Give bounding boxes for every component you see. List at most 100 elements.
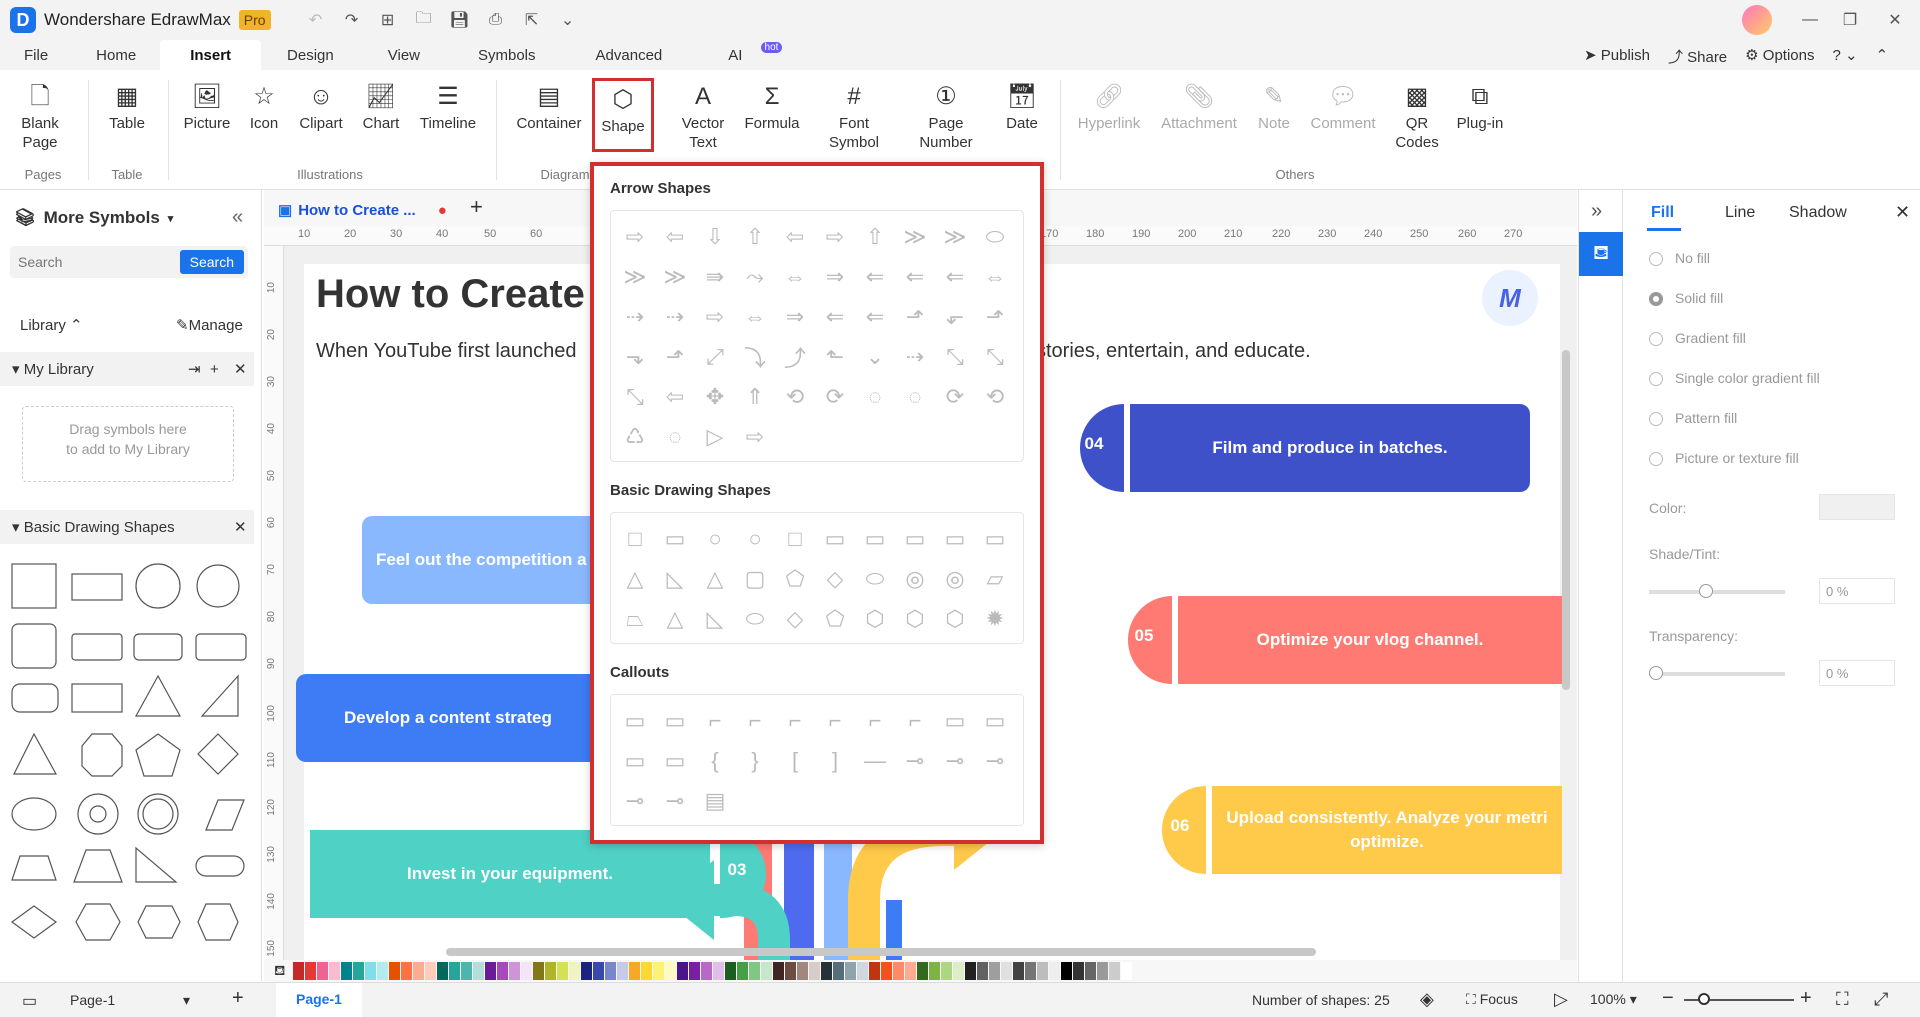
color-swatch[interactable] <box>425 962 437 980</box>
shape-option-icon[interactable]: ▤ <box>695 781 735 821</box>
table-button[interactable]: ▦ Table <box>104 80 150 133</box>
shape-option-icon[interactable]: ⬭ <box>975 217 1015 257</box>
shape-option-icon[interactable]: ⌐ <box>895 701 935 741</box>
shape-option-icon[interactable]: ⬏ <box>895 297 935 337</box>
fill-bucket-icon[interactable]: ⛾ <box>274 962 285 981</box>
shape-option-icon[interactable]: ▭ <box>855 519 895 559</box>
shape-option-icon[interactable]: ♺ <box>615 417 655 457</box>
menu-design[interactable]: Design <box>261 40 360 70</box>
help-icon[interactable]: ? ⌄ <box>1832 46 1857 67</box>
fill-option-single-gradient[interactable]: Single color gradient fill <box>1649 370 1820 410</box>
shape-option-icon[interactable]: △ <box>655 599 695 639</box>
shape-option-icon[interactable]: ≫ <box>895 217 935 257</box>
shape-option-icon[interactable]: ⇦ <box>655 377 695 417</box>
shape-option-icon[interactable]: ⇦ <box>775 217 815 257</box>
callouts-grid[interactable]: ▭ ▭ ⌐ ⌐ ⌐ ⌐ ⌐ ⌐ ▭ ▭ ▭ ▭{}[] — ⊸ ⊸ ⊸ ⊸ ⊸ ▤ <box>610 694 1024 826</box>
color-swatch[interactable] <box>665 962 677 980</box>
color-swatch[interactable] <box>305 962 317 980</box>
plugin-button[interactable]: ⧉ Plug-in <box>1454 80 1506 133</box>
shape-option-icon[interactable]: ⇧ <box>855 217 895 257</box>
container-button[interactable]: ▤ Container <box>514 80 584 133</box>
zoom-in-icon[interactable]: + <box>1800 987 1812 1010</box>
menu-home[interactable]: Home <box>72 40 160 70</box>
timeline-button[interactable]: ☰ Timeline <box>416 80 480 133</box>
color-swatch[interactable] <box>1061 962 1073 980</box>
color-swatch[interactable] <box>1049 962 1061 980</box>
color-swatch[interactable] <box>713 962 725 980</box>
color-swatch[interactable] <box>581 962 593 980</box>
page-tab[interactable]: Page-1 <box>276 983 362 1017</box>
step-06-box[interactable]: Upload consistently. Analyze your metri … <box>1212 786 1562 874</box>
color-swatch[interactable] <box>1085 962 1097 980</box>
shape-option-icon[interactable]: ⟳ <box>935 377 975 417</box>
shape-option-icon[interactable]: ▭ <box>895 519 935 559</box>
menu-ai[interactable]: AI hot <box>692 40 788 70</box>
zoom-slider-handle[interactable] <box>1698 993 1710 1005</box>
color-swatch[interactable] <box>977 962 989 980</box>
shape-option-icon[interactable]: ▭ <box>975 701 1015 741</box>
shape-option-icon[interactable]: ▭ <box>655 519 695 559</box>
shape-option-icon[interactable]: ▭ <box>655 741 695 781</box>
shape-option-icon[interactable]: ▭ <box>615 741 655 781</box>
color-swatch[interactable] <box>881 962 893 980</box>
close-panel-icon[interactable]: ✕ <box>1895 202 1910 223</box>
shape-option-icon[interactable]: ▭ <box>815 519 855 559</box>
shape-option-icon[interactable]: ⬠ <box>815 599 855 639</box>
shape-option-icon[interactable]: ▭ <box>655 701 695 741</box>
shape-option-icon[interactable]: ◺ <box>695 599 735 639</box>
more-chevron-icon[interactable]: ⌄ <box>553 8 583 32</box>
transparency-slider-handle[interactable] <box>1649 666 1663 680</box>
shape-option-icon[interactable]: ⇔ <box>735 297 775 337</box>
shape-option-icon[interactable]: ◇ <box>815 559 855 599</box>
print-icon[interactable]: ⎙ <box>481 8 511 32</box>
options-button[interactable]: ⚙ Options <box>1745 46 1814 67</box>
shape-option-icon[interactable]: ⊸ <box>615 781 655 821</box>
shape-option-icon[interactable]: ⟳ <box>815 377 855 417</box>
shape-option-icon[interactable]: ⬏ <box>655 337 695 377</box>
fullscreen-icon[interactable]: ⤢ <box>1874 989 1888 1010</box>
color-swatch[interactable] <box>557 962 569 980</box>
icon-button[interactable]: ☆ Icon <box>246 80 282 133</box>
color-swatch[interactable] <box>725 962 737 980</box>
color-swatch[interactable] <box>965 962 977 980</box>
shape-option-icon[interactable]: △ <box>695 559 735 599</box>
search-button[interactable]: Search <box>179 250 244 274</box>
shape-option-icon[interactable]: ⇒ <box>775 297 815 337</box>
shape-option-icon[interactable]: ◇ <box>775 599 815 639</box>
fill-option-gradient[interactable]: Gradient fill <box>1649 330 1820 370</box>
close-window-icon[interactable]: ✕ <box>1880 8 1910 32</box>
hyperlink-button[interactable]: 🔗︎ Hyperlink <box>1074 80 1144 133</box>
color-swatch[interactable] <box>857 962 869 980</box>
color-swatch[interactable] <box>833 962 845 980</box>
shape-option-icon[interactable]: ⌐ <box>815 701 855 741</box>
color-swatch[interactable] <box>473 962 485 980</box>
color-swatch[interactable] <box>521 962 533 980</box>
zoom-out-icon[interactable]: − <box>1662 987 1674 1010</box>
avatar[interactable] <box>1742 5 1772 35</box>
qr-codes-button[interactable]: ▩ QR Codes <box>1395 80 1438 152</box>
comment-button[interactable]: 💬︎ Comment <box>1308 80 1378 133</box>
shape-option-icon[interactable]: ⇐ <box>855 297 895 337</box>
arrow-shapes-grid[interactable]: ⇨ ⇦ ⇩ ⇧ ⇦ ⇨ ⇧ ≫ ≫ ⬭ ≫ ≫ ⇛ ⤳ ⇔ ⇒ ⇐ ⇐ ⇐ ⇔ ⇢ ⇢ ⇨ ⇔ ⇒ ⇐ ⇐ ⬏ ⬐ ⬏ ⬎ ⬏ ⤢ ⤵ ⤴ ⬑ ⌄ ⇢ ⤡ ⤡… <box>610 210 1024 462</box>
shape-option-icon[interactable]: [ <box>775 741 815 781</box>
color-swatch[interactable] <box>797 962 809 980</box>
color-palette[interactable]: ⛾ <box>264 960 1577 982</box>
color-swatch[interactable] <box>845 962 857 980</box>
shape-option-icon[interactable]: ▭ <box>935 701 975 741</box>
tab-line[interactable]: Line <box>1725 204 1755 222</box>
shape-option-icon[interactable]: ⇢ <box>655 297 695 337</box>
shape-option-icon[interactable]: — <box>855 741 895 781</box>
color-swatch[interactable] <box>749 962 761 980</box>
shape-option-icon[interactable]: ⇑ <box>735 377 775 417</box>
color-swatch[interactable] <box>545 962 557 980</box>
add-icon[interactable]: + <box>210 361 219 378</box>
transparency-input[interactable]: 0 % <box>1819 660 1895 686</box>
transparency-slider[interactable] <box>1649 672 1785 676</box>
my-library-header[interactable]: ▾ My Library ⇥ + ✕ <box>0 352 254 386</box>
shape-option-icon[interactable]: ⇨ <box>615 217 655 257</box>
color-swatch[interactable] <box>1037 962 1049 980</box>
shape-option-icon[interactable]: □ <box>775 519 815 559</box>
shape-option-icon[interactable]: ⇒ <box>815 257 855 297</box>
shape-option-icon[interactable]: ⟲ <box>975 377 1015 417</box>
library-toggle[interactable]: Library ⌃ <box>20 316 83 334</box>
